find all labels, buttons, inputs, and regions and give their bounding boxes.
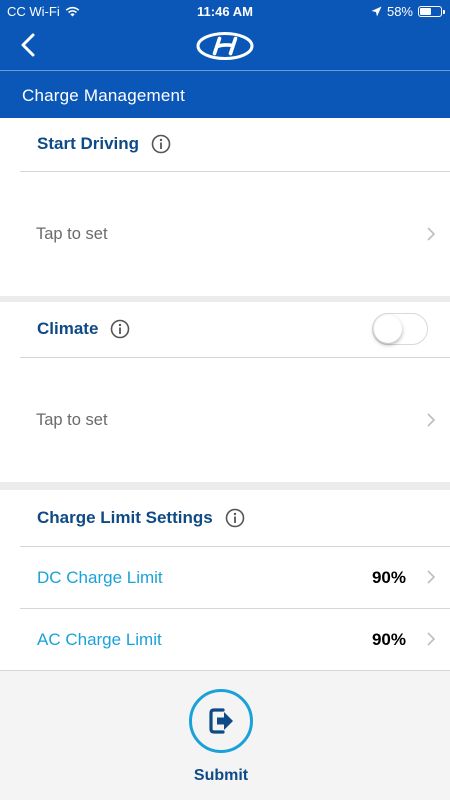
start-driving-header: Start Driving [20,118,450,170]
climate-section: Climate Tap to set [0,302,450,482]
start-driving-section: Start Driving Tap to set [0,118,450,296]
submit-button[interactable] [189,689,253,753]
chevron-right-icon [427,227,436,241]
charge-limit-header: Charge Limit Settings [20,490,450,546]
info-icon[interactable] [110,319,130,339]
location-arrow-icon [371,6,382,17]
climate-tap-row[interactable]: Tap to set [20,358,450,482]
footer: Submit [0,670,450,800]
ac-charge-limit-value: 90% [371,629,406,649]
dc-charge-limit-label: DC Charge Limit [37,567,163,587]
battery-icon [418,6,445,17]
start-driving-tap-row[interactable]: Tap to set [20,172,450,296]
battery-fill [420,8,431,15]
top-bar: CC Wi-Fi 11:46 AM 58% [0,0,450,70]
dc-charge-limit-value: 90% [371,567,406,587]
chevron-right-icon [427,632,436,646]
chevron-right-icon [427,413,436,427]
submit-label[interactable]: Submit [0,767,442,785]
charge-limit-section: Charge Limit Settings DC Charge Limit 90… [0,490,450,670]
ac-charge-limit-row[interactable]: AC Charge Limit 90% [20,609,450,670]
start-driving-tap-text: Tap to set [36,224,108,243]
dc-charge-limit-row[interactable]: DC Charge Limit 90% [20,547,450,608]
climate-label: Climate [37,319,99,338]
page-title-bar: Charge Management [0,70,450,118]
climate-toggle[interactable] [372,313,428,345]
back-chevron-icon[interactable] [14,30,44,60]
status-right: 58% [371,4,445,19]
page-title: Charge Management [22,86,186,105]
info-icon[interactable] [151,134,171,154]
start-driving-label: Start Driving [37,134,140,153]
status-bar: CC Wi-Fi 11:46 AM 58% [0,0,450,24]
ac-charge-limit-label: AC Charge Limit [37,629,162,649]
toggle-knob [374,315,402,343]
charge-limit-label: Charge Limit Settings [37,508,213,527]
info-icon[interactable] [225,508,245,528]
exit-arrow-icon [209,708,233,734]
climate-tap-text: Tap to set [36,410,108,429]
chevron-right-icon [427,570,436,584]
battery-percent: 58% [386,4,413,19]
climate-header: Climate [20,302,450,356]
hyundai-logo [196,32,254,60]
